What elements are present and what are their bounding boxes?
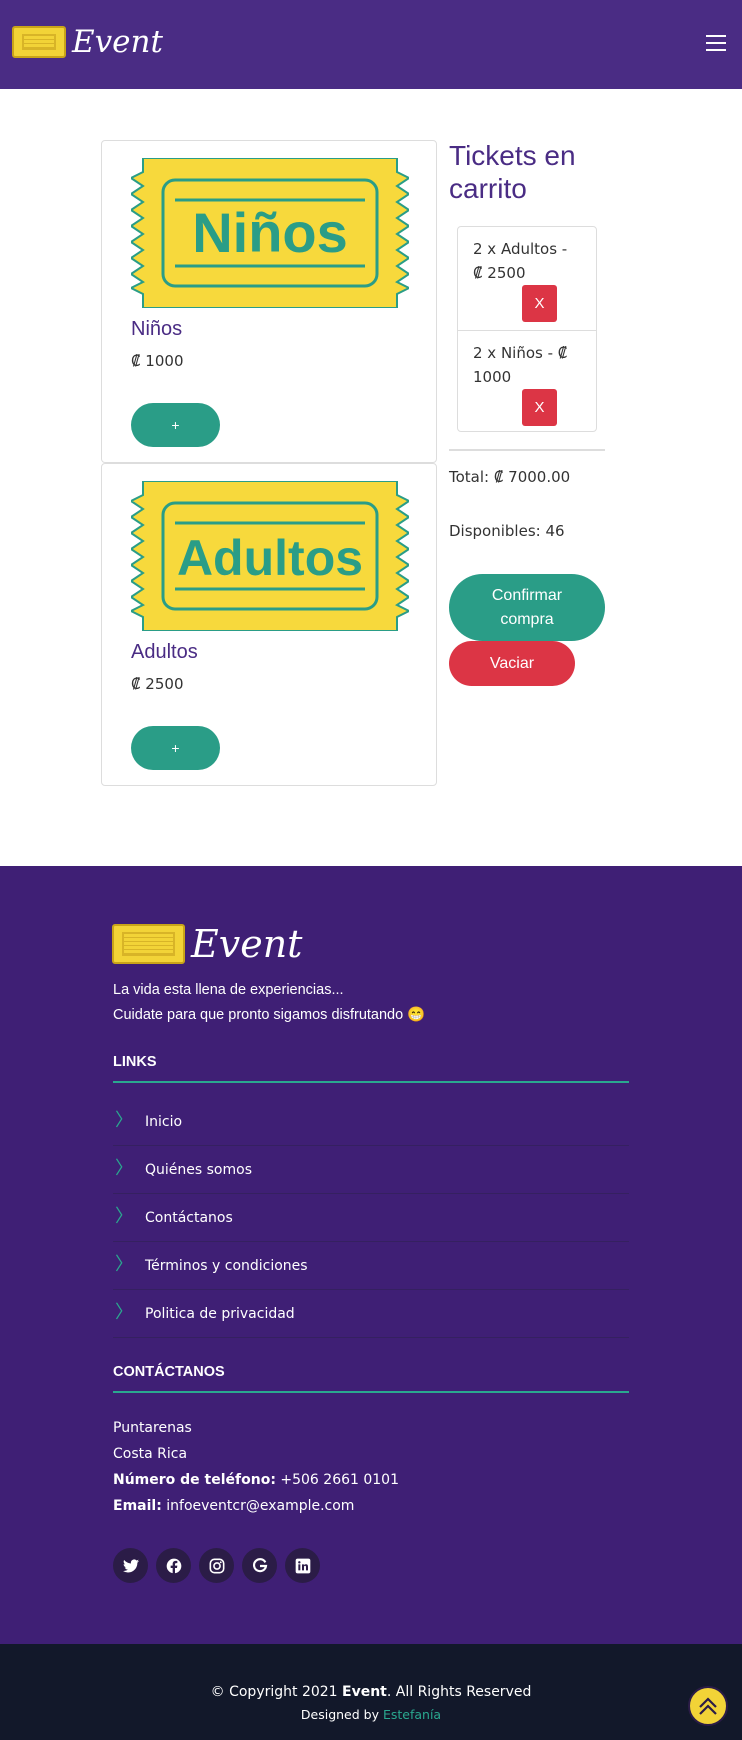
scroll-to-top-button[interactable] [688, 1686, 728, 1726]
copyright-text: © Copyright 2021 Event. All Rights Reser… [0, 1684, 742, 1700]
links-title: LINKS [113, 1054, 629, 1083]
footer-link-privacidad[interactable]: 〉 Politica de privacidad [113, 1290, 629, 1338]
footer-link-label: Politica de privacidad [145, 1305, 295, 1322]
remove-item-button[interactable]: X [522, 389, 557, 426]
social-links [113, 1548, 328, 1583]
product-price: ₡ 2500 [131, 675, 184, 693]
facebook-icon[interactable] [156, 1548, 191, 1583]
ticket-logo-icon [112, 924, 185, 964]
chevron-right-icon: 〉 [115, 1253, 133, 1275]
empty-cart-button[interactable]: Vaciar [449, 641, 575, 686]
email-line: Email: infoeventcr@example.com [113, 1493, 399, 1519]
cart-total: Total: ₡ 7000.00 [449, 468, 571, 486]
cart-divider [449, 449, 605, 451]
cart-item-text: 2 x Adultos - ₡ 2500 [473, 240, 568, 282]
copyright-brand: Event [342, 1684, 387, 1700]
double-chevron-up-icon [699, 1697, 717, 1715]
footer-link-label: Contáctanos [145, 1209, 233, 1226]
address-country: Costa Rica [113, 1446, 188, 1462]
remove-item-button[interactable]: X [522, 285, 557, 322]
phone-line: Número de teléfono: +506 2661 0101 [113, 1467, 399, 1493]
chevron-right-icon: 〉 [115, 1301, 133, 1323]
product-card-ninos: Niños Niños ₡ 1000 + [101, 140, 437, 463]
instagram-icon[interactable] [199, 1548, 234, 1583]
footer-logo[interactable]: Event [112, 924, 302, 964]
designed-by: Designed by Estefanía [0, 1707, 742, 1722]
tickets-available: Disponibles: 46 [449, 522, 565, 540]
chevron-right-icon: 〉 [115, 1157, 133, 1179]
footer-link-label: Inicio [145, 1113, 183, 1130]
brand-name: Event [72, 23, 163, 60]
hamburger-icon[interactable] [706, 35, 726, 52]
chevron-right-icon: 〉 [115, 1205, 133, 1227]
cart-item: 2 x Adultos - ₡ 2500 X [458, 227, 596, 330]
copyright-prefix: © Copyright 2021 [210, 1684, 338, 1700]
product-card-adultos: Adultos Adultos ₡ 2500 + [101, 463, 437, 786]
email-value[interactable]: infoeventcr@example.com [166, 1498, 354, 1514]
footer-link-inicio[interactable]: 〉 Inicio [113, 1098, 629, 1146]
site-header: Event [0, 0, 742, 89]
footer-tagline: La vida esta llena de experiencias... Cu… [113, 978, 425, 1028]
contact-title: CONTÁCTANOS [113, 1364, 629, 1393]
linkedin-icon[interactable] [285, 1548, 320, 1583]
footer-link-label: Quiénes somos [145, 1161, 252, 1178]
footer-link-contactanos[interactable]: 〉 Contáctanos [113, 1194, 629, 1242]
product-price: ₡ 1000 [131, 352, 184, 370]
site-footer: Event La vida esta llena de experiencias… [0, 866, 742, 1644]
phone-label: Número de teléfono: [113, 1472, 276, 1488]
cart-list: 2 x Adultos - ₡ 2500 X 2 x Niños - ₡ 100… [457, 226, 597, 432]
twitter-icon[interactable] [113, 1548, 148, 1583]
email-label: Email: [113, 1498, 162, 1514]
confirm-purchase-button[interactable]: Confirmar compra [449, 574, 605, 641]
copyright-bar: © Copyright 2021 Event. All Rights Reser… [0, 1644, 742, 1740]
brand-logo[interactable]: Event [12, 26, 163, 58]
designed-by-label: Designed by [300, 1707, 379, 1722]
footer-link-label: Términos y condiciones [145, 1257, 308, 1274]
cart-item: 2 x Niños - ₡ 1000 X [458, 330, 596, 433]
phone-value: +506 2661 0101 [280, 1472, 400, 1488]
ticket-image-text: Niños [192, 201, 348, 264]
ticket-image-adultos: Adultos [131, 481, 409, 631]
footer-links: 〉 Inicio 〉 Quiénes somos 〉 Contáctanos 〉 Tér… [113, 1098, 629, 1338]
product-name: Niños [131, 318, 183, 340]
address-city: Puntarenas [113, 1420, 192, 1436]
tagline-line: La vida esta llena de experiencias... [113, 982, 344, 998]
copyright-suffix: . All Rights Reserved [386, 1684, 532, 1700]
product-name: Adultos [131, 641, 198, 663]
contact-info: Puntarenas Costa Rica Número de teléfono… [113, 1415, 399, 1519]
google-icon[interactable] [242, 1548, 277, 1583]
designer-link[interactable]: Estefanía [383, 1707, 441, 1722]
chevron-right-icon: 〉 [115, 1109, 133, 1131]
footer-link-quienes-somos[interactable]: 〉 Quiénes somos [113, 1146, 629, 1194]
add-ticket-button[interactable]: + [131, 403, 220, 447]
tagline-line: Cuidate para que pronto sigamos disfruta… [113, 1007, 426, 1023]
add-ticket-button[interactable]: + [131, 726, 220, 770]
cart-title: Tickets en carrito [449, 140, 576, 204]
ticket-logo-icon [12, 26, 66, 58]
cart-item-text: 2 x Niños - ₡ 1000 [473, 344, 568, 386]
brand-name: Event [191, 922, 303, 966]
footer-link-terminos[interactable]: 〉 Términos y condiciones [113, 1242, 629, 1290]
ticket-image-ninos: Niños [131, 158, 409, 308]
ticket-image-text: Adultos [177, 530, 363, 586]
